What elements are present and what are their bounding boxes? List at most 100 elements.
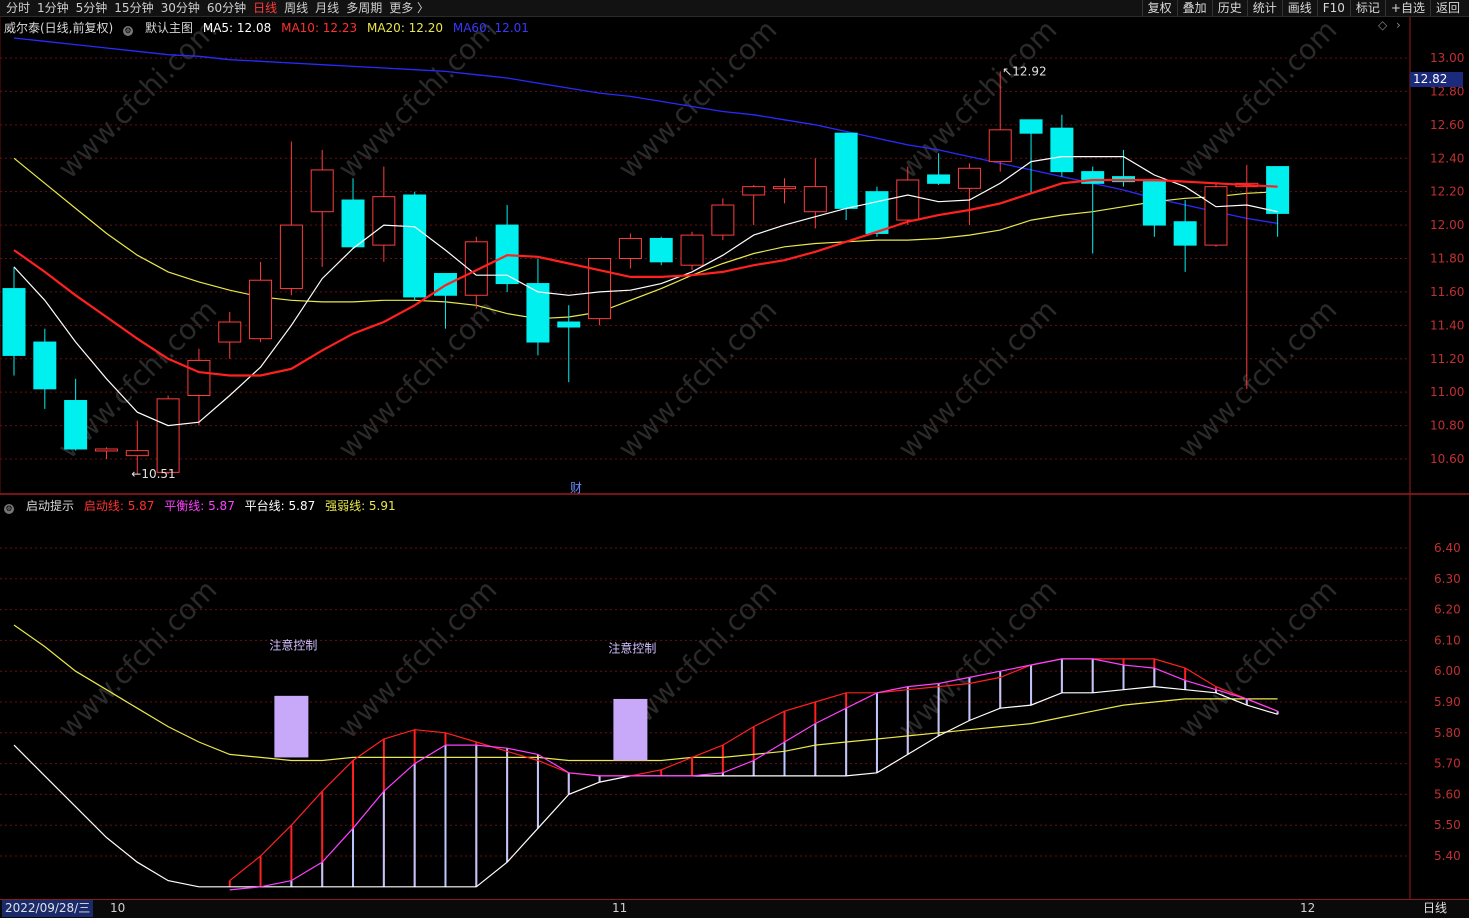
candle-body	[94, 448, 118, 452]
cursor-date: 2022/09/28/三	[2, 900, 94, 917]
toolbar-button-4[interactable]: 画线	[1281, 0, 1317, 16]
period-indicator[interactable]: 日线	[1423, 900, 1447, 917]
warning-label-1: 注意控制	[269, 638, 317, 653]
candle-body	[1204, 186, 1228, 246]
watermark-text: www.cfchi.com	[612, 293, 784, 465]
candle	[310, 149, 334, 267]
sub-tick-label: 6.10	[1434, 633, 1461, 647]
indicator-name[interactable]: 默认主图	[145, 21, 193, 35]
candle-body	[279, 224, 303, 290]
candle-body	[33, 341, 57, 390]
signal-block	[613, 698, 648, 761]
tab-1[interactable]: 1分钟	[37, 0, 69, 16]
sub-legend: ⚙ 启动提示 启动线: 5.87 平衡线: 5.87 平台线: 5.87 强弱线:…	[4, 497, 402, 514]
watermark-text: www.cfchi.com	[332, 573, 504, 745]
candle	[1142, 181, 1166, 237]
candle-body	[2, 288, 26, 356]
ma5-value: MA5: 12.08	[202, 21, 272, 35]
tab-6[interactable]: 日线	[253, 0, 277, 16]
period-tabs: 分时 1分钟 5分钟 15分钟 30分钟 60分钟 日线 周线 月线 多周期 更多 〉	[6, 0, 436, 16]
toolbar-button-5[interactable]: F10	[1316, 0, 1350, 16]
toolbar-buttons: 复权 叠加 历史 统计 画线 F10 标记 +自选 返回	[1141, 0, 1465, 16]
warning-label-2: 注意控制	[608, 641, 656, 656]
candle	[403, 191, 427, 301]
candle-body	[1266, 166, 1290, 214]
sub-indicator-series	[13, 624, 1279, 891]
price-tag: 12.82	[1410, 72, 1463, 87]
tab-9[interactable]: 多周期	[346, 0, 382, 16]
candle-body	[249, 279, 273, 340]
candle	[742, 184, 766, 226]
tab-0[interactable]: 分时	[6, 0, 30, 16]
toolbar-button-6[interactable]: 标记	[1349, 0, 1385, 16]
candle-body	[865, 191, 889, 234]
candle-body	[927, 174, 951, 184]
sub-indicator-name[interactable]: 启动提示	[26, 499, 74, 513]
candle	[1173, 200, 1197, 272]
tab-10[interactable]: 更多 〉	[389, 0, 429, 16]
main-legend: 威尔泰(日线,前复权) ⚙ 默认主图 MA5: 12.08 MA10: 12.23…	[4, 19, 535, 36]
candle	[279, 141, 303, 296]
settings-icon[interactable]: ⚙	[123, 21, 139, 36]
price-tick-label: 11.40	[1430, 318, 1464, 332]
candle-body	[156, 398, 180, 473]
candle-body	[742, 186, 766, 196]
sub-tick-label: 6.00	[1434, 664, 1461, 678]
tab-2[interactable]: 5分钟	[76, 0, 108, 16]
watermark-text: www.cfchi.com	[892, 13, 1064, 185]
candle-body	[341, 199, 365, 248]
financial-report-marker: 财	[570, 481, 582, 495]
sub-tick-label: 5.90	[1434, 695, 1461, 709]
kline-chart[interactable]: www.cfchi.com www.cfchi.com www.cfchi.com w…	[0, 0, 1469, 917]
sub-tick-label: 5.40	[1434, 849, 1461, 863]
candle	[1019, 119, 1043, 194]
candle-body	[896, 179, 920, 221]
candle	[1204, 183, 1228, 247]
tab-4[interactable]: 30分钟	[161, 0, 200, 16]
candle	[125, 420, 149, 475]
toolbar-button-3[interactable]: 统计	[1246, 0, 1282, 16]
ma10-value: MA10: 12.23	[281, 21, 358, 35]
tab-5[interactable]: 60分钟	[207, 0, 246, 16]
diamond-icon[interactable]: ◇	[1378, 18, 1387, 32]
toolbar-button-2[interactable]: 历史	[1211, 0, 1247, 16]
price-tick-label: 12.00	[1430, 218, 1464, 232]
toolbar-button-0[interactable]: 复权	[1141, 0, 1177, 16]
toolbar-button-7[interactable]: +自选	[1384, 0, 1430, 16]
watermark-text: www.cfchi.com	[1172, 13, 1344, 185]
candle	[1266, 166, 1290, 237]
watermark-text: www.cfchi.com	[332, 293, 504, 465]
candle-body	[64, 400, 88, 450]
candle-body	[649, 237, 673, 263]
price-tick-label: 11.00	[1430, 385, 1464, 399]
watermark-text: www.cfchi.com	[892, 293, 1064, 465]
candle-body	[711, 204, 735, 236]
candle-body	[557, 321, 581, 328]
sub-tick-label: 6.20	[1434, 603, 1461, 617]
sub-settings-icon[interactable]: ⚙	[4, 499, 20, 514]
candle-body	[834, 132, 858, 209]
high-price-label: ↖12.92	[1002, 64, 1046, 78]
tab-7[interactable]: 周线	[284, 0, 308, 16]
candle	[187, 348, 211, 426]
stock-title[interactable]: 威尔泰(日线,前复权)	[4, 21, 113, 35]
grid-lines	[0, 15, 1469, 899]
candle-body	[310, 169, 334, 213]
candle-body	[680, 234, 704, 266]
toolbar-button-8[interactable]: 返回	[1429, 0, 1465, 16]
watermark-text: www.cfchi.com	[1172, 573, 1344, 745]
tab-3[interactable]: 15分钟	[114, 0, 153, 16]
low-price-label: ←10.51	[131, 467, 175, 481]
candle	[64, 378, 88, 451]
candle	[33, 328, 57, 409]
watermark-text: www.cfchi.com	[1172, 293, 1344, 465]
month-label-10: 10	[110, 901, 126, 915]
candle	[372, 166, 396, 262]
price-tick-label: 10.60	[1430, 452, 1464, 466]
candle-body	[1050, 127, 1074, 173]
month-label-11: 11	[612, 901, 628, 915]
price-axis: 13.0012.8012.6012.4012.2012.0011.8011.60…	[1430, 51, 1464, 863]
tab-8[interactable]: 月线	[315, 0, 339, 16]
toolbar-button-1[interactable]: 叠加	[1176, 0, 1212, 16]
chevron-right-icon[interactable]: ›	[1396, 18, 1401, 32]
